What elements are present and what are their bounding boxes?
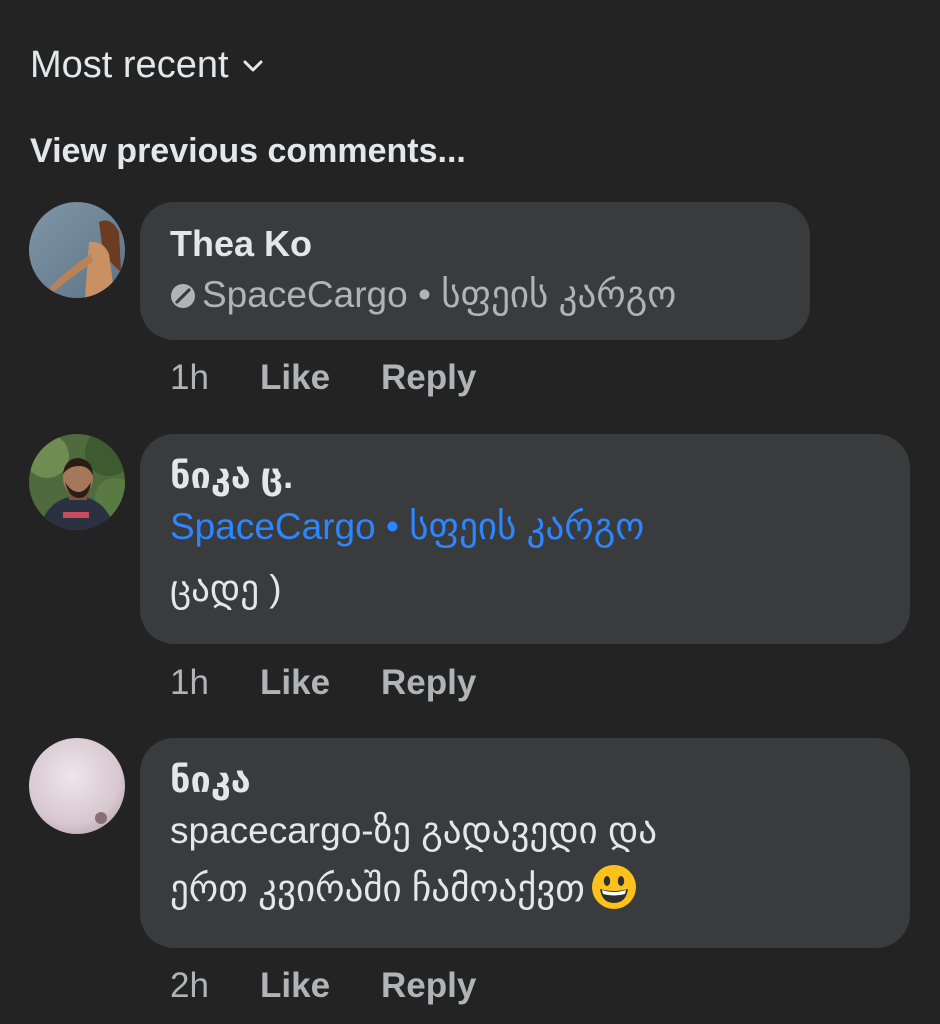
avatar[interactable] xyxy=(29,202,125,298)
comment-actions: 2h Like Reply xyxy=(170,966,476,1006)
tagged-page-link[interactable]: SpaceCargo • სფეის კარგო xyxy=(170,498,880,556)
reply-button[interactable]: Reply xyxy=(381,966,476,1006)
comment-bubble: ნიკა spacecargo-ზე გადავედი და ერთ კვირა… xyxy=(140,738,910,948)
tagged-page-link[interactable]: SpaceCargo • სფეის კარგო xyxy=(170,266,780,324)
like-button[interactable]: Like xyxy=(260,663,381,703)
sort-label: Most recent xyxy=(30,44,229,86)
comment-actions: 1h Like Reply xyxy=(170,663,476,703)
comment-author[interactable]: ნიკა xyxy=(170,758,880,802)
reply-button[interactable]: Reply xyxy=(381,358,476,398)
reply-button[interactable]: Reply xyxy=(381,663,476,703)
comment-time[interactable]: 1h xyxy=(170,663,260,703)
comment-time[interactable]: 1h xyxy=(170,358,260,398)
view-previous-comments-link[interactable]: View previous comments... xyxy=(30,132,466,171)
comment-text: ცადე ) xyxy=(170,568,282,609)
like-button[interactable]: Like xyxy=(260,966,381,1006)
grinning-face-emoji-icon xyxy=(591,865,636,909)
comment-text-line-2: ერთ კვირაში ჩამოაქვთ xyxy=(170,860,880,918)
comment-actions: 1h Like Reply xyxy=(170,358,476,398)
comment-bubble: Thea Ko SpaceCargo • სფეის კარგო xyxy=(140,202,810,340)
comment-author[interactable]: Thea Ko xyxy=(170,222,780,266)
chevron-down-icon xyxy=(243,60,263,71)
sort-dropdown[interactable]: Most recent xyxy=(30,44,265,87)
blocked-icon xyxy=(171,284,195,308)
comment-author[interactable]: ნიკა ც. xyxy=(170,454,880,498)
comment-text-line-2-text: ერთ კვირაში ჩამოაქვთ xyxy=(170,868,585,909)
like-button[interactable]: Like xyxy=(260,358,381,398)
avatar[interactable] xyxy=(29,434,125,530)
tagged-page-text: SpaceCargo • სფეის კარგო xyxy=(202,274,677,315)
avatar[interactable] xyxy=(29,738,125,834)
comment-bubble: ნიკა ც. SpaceCargo • სფეის კარგო ცადე ) xyxy=(140,434,910,644)
comment-text-line-1: spacecargo-ზე გადავედი და xyxy=(170,810,658,851)
comment-time[interactable]: 2h xyxy=(170,966,260,1006)
